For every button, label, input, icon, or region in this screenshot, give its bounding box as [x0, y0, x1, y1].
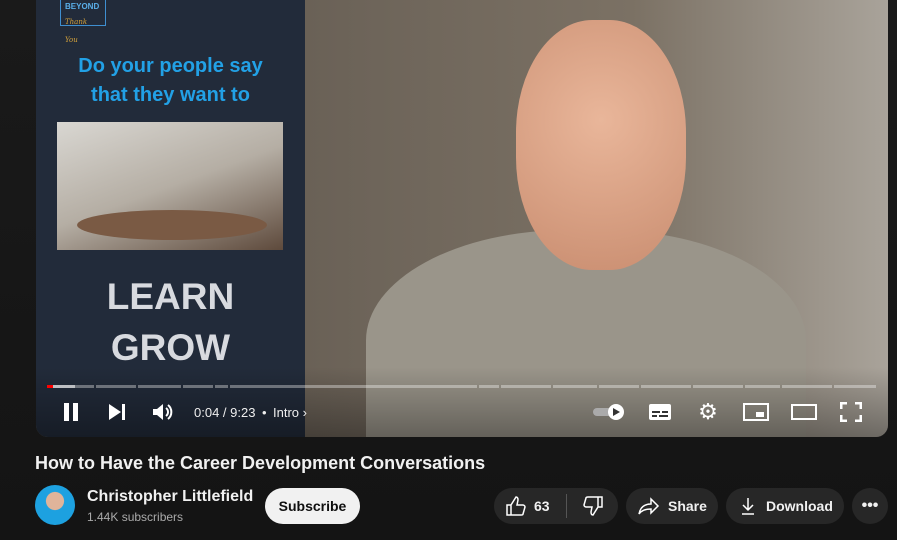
like-button[interactable]: 63 — [494, 488, 566, 524]
logo-script: Thank You — [65, 18, 88, 44]
share-button[interactable]: Share — [626, 488, 718, 524]
volume-icon[interactable] — [152, 401, 176, 423]
slide-question: Do your people say that they want to — [78, 55, 263, 106]
thumbs-down-icon — [582, 496, 603, 516]
next-icon[interactable] — [106, 401, 128, 423]
time-display: 0:04 / 9:23 — [194, 405, 256, 420]
chapter-button[interactable]: Intro › — [273, 405, 307, 420]
beyond-thank-you-logo: BEYOND Thank You — [60, 0, 106, 44]
autoplay-toggle[interactable] — [592, 401, 626, 423]
more-icon: ••• — [861, 497, 879, 514]
channel-avatar[interactable] — [35, 485, 75, 525]
like-count: 63 — [534, 498, 550, 514]
subscribe-button[interactable]: Subscribe — [265, 488, 360, 524]
slide-word-learn: LEARN — [106, 276, 235, 317]
logo-word: BEYOND — [65, 2, 100, 11]
played-bar — [47, 385, 53, 388]
video-title: How to Have the Career Development Conve… — [35, 453, 486, 473]
theater-mode-icon[interactable] — [791, 401, 817, 423]
progress-bar[interactable] — [47, 385, 876, 388]
share-label: Share — [668, 498, 707, 514]
more-actions-button[interactable]: ••• — [852, 488, 888, 524]
share-icon — [638, 497, 660, 515]
chapter-dot: • — [262, 405, 267, 420]
pause-icon[interactable] — [60, 401, 82, 423]
fullscreen-icon[interactable] — [840, 401, 862, 423]
miniplayer-icon[interactable] — [743, 401, 769, 423]
video-player[interactable]: BEYOND Thank You Do your people say that … — [36, 0, 888, 437]
meeting-photo — [57, 122, 283, 250]
download-button[interactable]: Download — [726, 488, 844, 524]
like-dislike-group: 63 — [494, 488, 618, 524]
subscriber-count: 1.44K subscribers — [87, 510, 184, 524]
slide-word-grow: GROW — [110, 327, 231, 368]
download-label: Download — [766, 498, 833, 514]
chapter-label: Intro — [273, 405, 300, 420]
download-icon — [742, 498, 754, 515]
dislike-button[interactable] — [567, 488, 618, 524]
channel-name[interactable]: Christopher Littlefield — [87, 488, 253, 506]
subtitles-icon[interactable] — [648, 401, 672, 423]
settings-gear-icon[interactable]: ⚙ — [696, 399, 720, 424]
thumbs-up-icon — [506, 496, 526, 516]
